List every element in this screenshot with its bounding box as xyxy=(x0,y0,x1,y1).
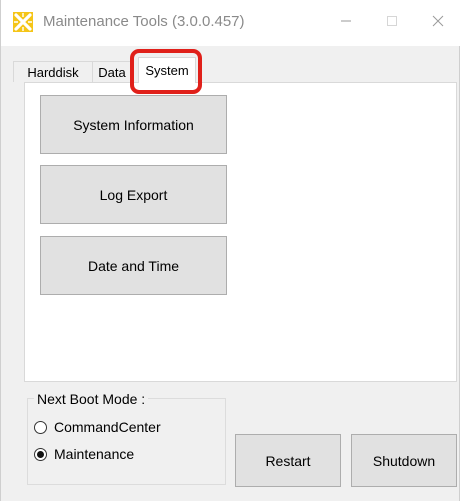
window-title: Maintenance Tools (3.0.0.457) xyxy=(43,13,245,30)
date-and-time-button[interactable]: Date and Time xyxy=(40,236,227,295)
system-tab-panel: System Information Log Export Date and T… xyxy=(24,82,457,382)
title-bar[interactable]: Maintenance Tools (3.0.0.457) xyxy=(1,0,460,46)
close-icon xyxy=(432,14,444,32)
tab-harddisk[interactable]: Harddisk xyxy=(13,61,93,82)
next-boot-mode-label: Next Boot Mode : xyxy=(34,391,149,407)
minimize-icon xyxy=(340,14,352,32)
close-button[interactable] xyxy=(415,0,460,46)
shutdown-button[interactable]: Shutdown xyxy=(351,434,457,487)
tab-label: System xyxy=(145,63,189,78)
tab-data[interactable]: Data xyxy=(92,61,132,82)
radio-maintenance[interactable]: Maintenance xyxy=(34,446,134,462)
minimize-button[interactable] xyxy=(323,0,369,46)
tab-system[interactable]: System xyxy=(138,57,196,83)
tab-label: Data xyxy=(98,64,126,80)
system-information-button[interactable]: System Information xyxy=(40,95,227,154)
radio-label: Maintenance xyxy=(54,446,135,462)
maximize-icon xyxy=(386,14,398,32)
radio-checked-icon[interactable] xyxy=(34,447,47,461)
radio-unchecked-icon[interactable] xyxy=(34,420,47,434)
log-export-button[interactable]: Log Export xyxy=(40,165,227,224)
maintenance-tools-window: Maintenance Tools (3.0.0.457) Harddisk D… xyxy=(0,0,460,501)
radio-label: CommandCenter xyxy=(54,419,161,435)
next-boot-mode-group xyxy=(27,398,226,485)
restart-button[interactable]: Restart xyxy=(235,434,341,487)
app-icon xyxy=(13,12,33,32)
maximize-button[interactable] xyxy=(369,0,415,46)
tab-label: Harddisk xyxy=(27,64,79,80)
radio-commandcenter[interactable]: CommandCenter xyxy=(34,419,161,435)
